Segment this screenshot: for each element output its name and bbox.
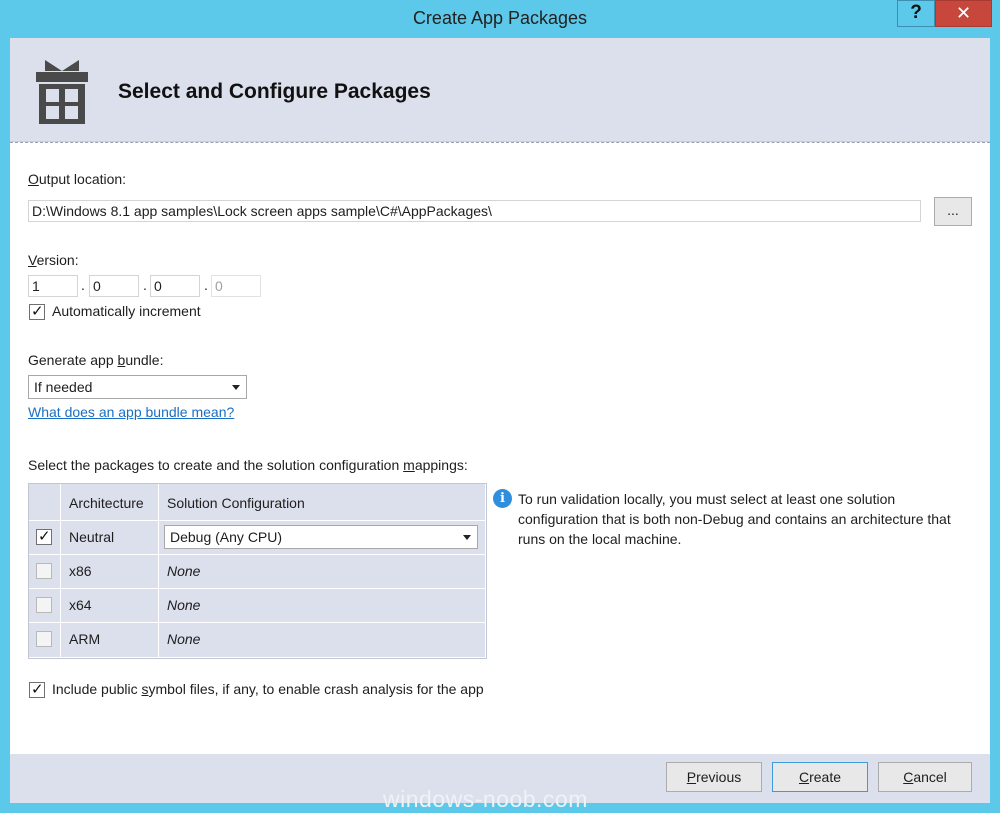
- solution-configuration-selected-value: Debug (Any CPU): [170, 529, 283, 545]
- app-bundle-help-link[interactable]: What does an app bundle mean?: [28, 404, 234, 420]
- browse-button[interactable]: ...: [934, 197, 972, 226]
- wizard-content: Output location: D:\Windows 8.1 app samp…: [10, 142, 990, 754]
- app-bundle-label: Generate app bundle:: [28, 352, 164, 368]
- close-button[interactable]: ✕: [935, 0, 992, 27]
- validation-info-text: To run validation locally, you must sele…: [518, 491, 951, 547]
- window-title: Create App Packages: [412, 8, 588, 28]
- column-header-solution-configuration: Solution Configuration: [159, 484, 486, 521]
- output-location-label: Output location:: [28, 171, 127, 187]
- auto-increment-label: Automatically increment: [52, 303, 201, 319]
- table-cell-configuration: None: [159, 623, 486, 658]
- column-header-architecture: Architecture: [61, 484, 159, 521]
- app-bundle-selected-value: If needed: [34, 379, 93, 395]
- table-cell-configuration: None: [159, 555, 486, 589]
- version-revision-input: 0: [211, 275, 261, 297]
- help-button[interactable]: ?: [897, 0, 935, 27]
- table-cell-architecture: x64: [61, 589, 159, 623]
- info-icon: i: [493, 489, 512, 508]
- chevron-down-icon: [232, 385, 240, 390]
- checkmark-icon: ✓: [38, 528, 51, 545]
- table-row-checkbox-cell: [29, 555, 61, 589]
- solution-configuration-select[interactable]: Debug (Any CPU): [164, 525, 478, 549]
- table-cell-configuration: None: [159, 589, 486, 623]
- table-cell-architecture: x86: [61, 555, 159, 589]
- packages-label: Select the packages to create and the so…: [28, 457, 468, 473]
- title-bar[interactable]: Create App Packages ? ✕: [0, 0, 1000, 38]
- wizard-header: Select and Configure Packages: [10, 38, 990, 142]
- app-bundle-select[interactable]: If needed: [28, 375, 247, 399]
- close-icon: ✕: [955, 3, 972, 23]
- auto-increment-checkbox[interactable]: ✓: [29, 303, 45, 320]
- watermark: windows-noob.com: [383, 786, 588, 812]
- row-checkbox-x86[interactable]: [36, 563, 52, 579]
- chevron-down-icon: [463, 535, 471, 540]
- include-symbols-checkbox[interactable]: ✓: [29, 681, 45, 698]
- table-row-checkbox-cell: [29, 623, 61, 658]
- version-separator: .: [204, 277, 208, 293]
- version-label: Version:: [28, 252, 79, 268]
- version-build-input[interactable]: 0: [150, 275, 200, 297]
- checkmark-icon: ✓: [31, 303, 44, 320]
- dialog-window: Create App Packages ? ✕ Select and Confi…: [0, 0, 1000, 813]
- row-checkbox-x64[interactable]: [36, 597, 52, 613]
- previous-button[interactable]: Previous: [666, 762, 762, 792]
- row-checkbox-arm[interactable]: [36, 631, 52, 647]
- package-icon: [36, 60, 88, 124]
- table-cell-architecture: ARM: [61, 623, 159, 658]
- table-cell-architecture: Neutral: [61, 521, 159, 555]
- table-row-checkbox-cell: ✓: [29, 521, 61, 555]
- table-cell-configuration: Debug (Any CPU): [159, 521, 486, 555]
- create-button[interactable]: Create: [772, 762, 868, 792]
- version-separator: .: [143, 277, 147, 293]
- packages-grid: Architecture Solution Configuration ✓ Ne…: [28, 483, 487, 659]
- page-title: Select and Configure Packages: [118, 80, 431, 103]
- include-symbols-label: Include public symbol files, if any, to …: [52, 681, 484, 697]
- checkmark-icon: ✓: [31, 681, 44, 698]
- version-separator: .: [81, 277, 85, 293]
- cancel-button[interactable]: Cancel: [878, 762, 972, 792]
- table-row-checkbox-cell: [29, 589, 61, 623]
- output-location-input[interactable]: D:\Windows 8.1 app samples\Lock screen a…: [28, 200, 921, 222]
- grid-header-checkbox-column: [29, 484, 61, 521]
- version-major-input[interactable]: 1: [28, 275, 78, 297]
- version-minor-input[interactable]: 0: [89, 275, 139, 297]
- help-icon: ?: [910, 2, 922, 23]
- row-checkbox-neutral[interactable]: ✓: [36, 528, 52, 545]
